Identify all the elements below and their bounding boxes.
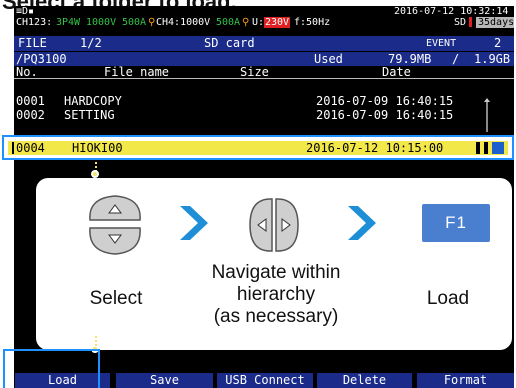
callout-dot [91, 170, 99, 178]
battery-icon: ≡D▪ [16, 6, 35, 17]
frequency-value: f:50Hz [294, 17, 331, 28]
row-date: 2016-07-09 16:40:15 [316, 94, 454, 108]
row-file-name: SETTING [64, 108, 115, 122]
file-label: FILE [18, 36, 47, 50]
format-button[interactable]: Format [416, 373, 514, 388]
scroll-track[interactable] [486, 102, 488, 132]
row-file-name: HARDCOPY [64, 94, 122, 108]
page-indicator: 1/2 [80, 36, 102, 50]
save-button[interactable]: Save [115, 373, 213, 388]
warning-icon: ⚲ [242, 17, 250, 28]
up-down-keys-icon [89, 195, 141, 255]
instruction-panel: F1 Select Navigate within hierarchy (as … [36, 178, 512, 350]
ch123-current: 500A [122, 17, 147, 28]
delete-button[interactable]: Delete [316, 373, 412, 388]
row-start-marker [12, 142, 14, 154]
scroll-thumb [484, 142, 488, 154]
left-right-keys-icon [249, 198, 299, 252]
col-file-name: File name [104, 65, 170, 79]
navigate-caption-line2: hierarchy [236, 284, 316, 305]
scroll-thumb-end [492, 142, 504, 154]
selected-row-date: 2016-07-12 10:15:00 [306, 141, 444, 155]
file-row[interactable]: 0001 HARDCOPY 2016-07-09 16:40:15 [14, 94, 514, 108]
days-badge: 35days [476, 17, 514, 28]
arrow-right-icon [348, 206, 376, 240]
selected-row-highlight[interactable]: 0004 HIOKI00 2016-07-12 10:15:00 [2, 135, 514, 160]
storage-title: SD card [204, 36, 255, 50]
sd-label: SD [454, 17, 467, 28]
current-path: /PQ3100 [16, 52, 67, 66]
arrow-right-icon [180, 206, 208, 240]
row-date: 2016-07-09 16:40:15 [316, 108, 454, 122]
callout-line [95, 336, 97, 346]
ch123-label: CH123: [16, 17, 53, 28]
f1-key: F1 [422, 204, 490, 242]
file-header: FILE 1/2 SD card EVENT 2 [14, 36, 514, 51]
used-value: 79.9MB [388, 52, 432, 66]
load-caption: Load [426, 288, 470, 309]
warning-icon: ⚲ [148, 17, 156, 28]
path-bar: /PQ3100 Used 79.9MB / 1.9GB [14, 52, 514, 66]
col-date: Date [382, 65, 411, 79]
event-label: EVENT [426, 38, 457, 49]
status-bar: ≡D▪ CH123: 3P4W 1000V 500A ⚲ CH4:1000V 5… [14, 6, 514, 36]
scrollbar[interactable] [484, 98, 490, 134]
ch4-label: CH4:1000V [156, 17, 211, 28]
u-label: U: [252, 17, 265, 28]
navigate-caption-line1: Navigate within [211, 262, 341, 283]
sd-indicator [469, 17, 472, 29]
event-count: 2 [494, 36, 502, 50]
used-label: Used [314, 52, 343, 66]
u-value-badge: 230V [264, 17, 291, 28]
datetime: 2016-07-12 10:32:14 [394, 6, 509, 17]
select-caption: Select [89, 288, 143, 309]
usb-connect-button[interactable]: USB Connect [216, 373, 313, 388]
row-number: 0001 [16, 94, 45, 108]
col-size: Size [240, 65, 269, 79]
path-separator: / [452, 52, 460, 66]
row-number: 0002 [16, 108, 45, 122]
selected-folder-row[interactable]: 0004 HIOKI00 2016-07-12 10:15:00 [8, 141, 508, 155]
file-row[interactable]: 0002 SETTING 2016-07-09 16:40:15 [14, 108, 514, 122]
scroll-thumb [476, 142, 480, 154]
navigate-caption-line3: (as necessary) [213, 306, 339, 327]
total-capacity: 1.9GB [474, 52, 511, 66]
column-header: No. File name Size Date [14, 66, 514, 79]
selected-row-number: 0004 [16, 141, 45, 155]
load-key-highlight [3, 349, 100, 388]
ch123-voltage: 1000V [86, 17, 117, 28]
ch4-current: 500A [216, 17, 241, 28]
selected-row-name: HIOKI00 [72, 141, 123, 155]
wiring-value: 3P4W [56, 17, 81, 28]
col-no: No. [16, 65, 38, 79]
